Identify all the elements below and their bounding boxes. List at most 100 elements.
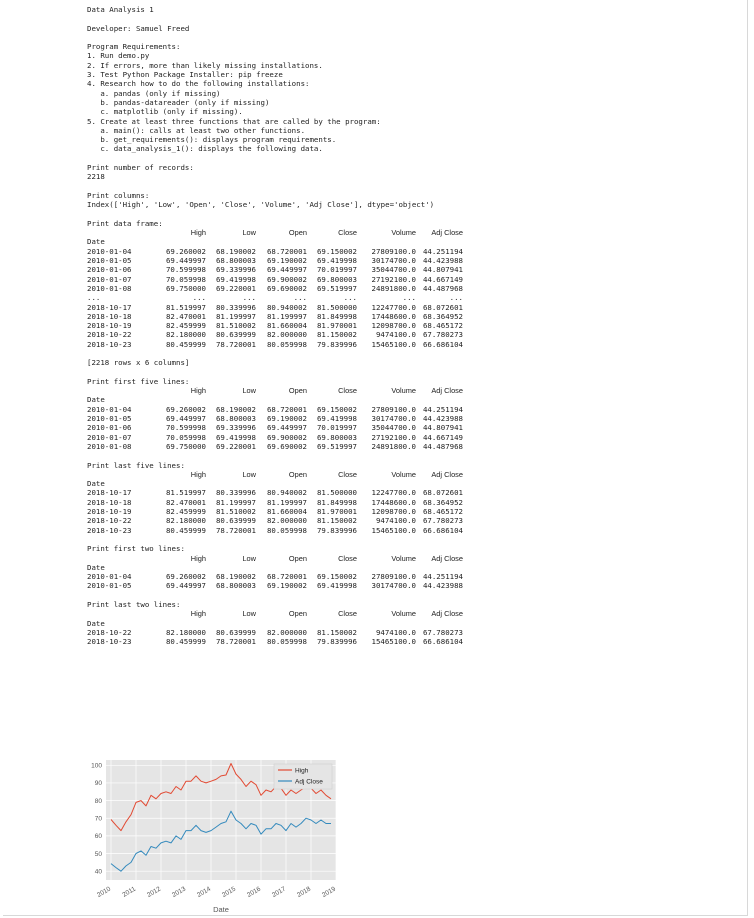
cell: 69.220001 xyxy=(215,283,256,293)
first-two-label: Print first two lines: xyxy=(87,544,185,554)
cell: 78.720001 xyxy=(215,339,256,349)
table-row: 2018-10-17 81.519997 80.339996 80.940002 81.… xyxy=(87,303,463,312)
requirement-line: a. main(): calls at least two other func… xyxy=(87,125,306,135)
cell: 68.190002 xyxy=(215,572,256,582)
column-header: Low xyxy=(242,386,256,396)
column-header: Open xyxy=(288,469,307,479)
ellipsis-cell: ... xyxy=(242,293,256,303)
cell: 81.199997 xyxy=(266,311,307,321)
cell: 69.900002 xyxy=(266,274,307,284)
row-date: 2018-10-22 xyxy=(87,330,132,340)
cell: 81.500000 xyxy=(316,488,357,498)
row-date: 2018-10-19 xyxy=(87,321,132,331)
cell: 15465100.0 xyxy=(371,637,417,647)
requirement-line: c. data_analysis_1(): displays the follo… xyxy=(87,144,323,154)
cell: 69.260002 xyxy=(165,572,206,582)
index-name-row: Date xyxy=(87,237,463,246)
column-header: Volume xyxy=(391,228,416,238)
cell: 69.750000 xyxy=(165,283,206,293)
column-header: Open xyxy=(288,228,307,238)
cell: 68.465172 xyxy=(422,321,463,331)
x-axis-label: Date xyxy=(213,905,229,914)
cell: 78.720001 xyxy=(215,525,256,535)
table-row: 2018-10-17 81.519997 80.339996 80.940002 81.… xyxy=(87,488,463,497)
cell: 81.660004 xyxy=(266,507,307,517)
table-row: 2010-01-08 69.750000 69.220001 69.690002 69.… xyxy=(87,284,463,293)
cell: 69.449997 xyxy=(266,265,307,275)
cell: 81.150002 xyxy=(316,516,357,526)
cell: 81.150002 xyxy=(316,330,357,340)
cell: 69.419998 xyxy=(316,581,357,591)
cell: 69.690002 xyxy=(266,283,307,293)
column-header: Adj Close xyxy=(431,228,463,238)
cell: 68.364952 xyxy=(422,311,463,321)
requirement-line: 3. Test Python Package Installer: pip fr… xyxy=(87,70,283,80)
cell: 81.970001 xyxy=(316,321,357,331)
cell: 81.660004 xyxy=(266,321,307,331)
cell: 79.839996 xyxy=(316,637,357,647)
cell: 68.800003 xyxy=(215,581,256,591)
row-date: 2018-10-22 xyxy=(87,627,132,637)
table-row: 2010-01-04 69.260002 68.190002 68.720001 69.… xyxy=(87,572,463,581)
cell: 69.339996 xyxy=(215,265,256,275)
cell: 81.970001 xyxy=(316,507,357,517)
table-row: 2018-10-19 82.459999 81.510002 81.660004 81.… xyxy=(87,321,463,330)
cell: 68.364952 xyxy=(422,497,463,507)
cell: 69.419998 xyxy=(215,274,256,284)
column-header: Open xyxy=(288,386,307,396)
row-date: 2010-01-05 xyxy=(87,256,132,266)
cell: 80.639999 xyxy=(215,330,256,340)
cell: 81.150002 xyxy=(316,627,357,637)
cell: 81.199997 xyxy=(266,497,307,507)
cell: 82.180000 xyxy=(165,627,206,637)
cell: 27809100.0 xyxy=(371,246,417,256)
cell: 27809100.0 xyxy=(371,404,417,414)
column-header: High xyxy=(190,553,206,563)
cell: 82.470001 xyxy=(165,311,206,321)
cell: 80.940002 xyxy=(266,302,307,312)
index-name: Date xyxy=(87,237,105,247)
table-row: 2018-10-23 80.459999 78.720001 80.059998 79.… xyxy=(87,526,463,535)
y-tick-label: 90 xyxy=(95,780,103,787)
row-date: 2018-10-23 xyxy=(87,339,132,349)
index-name-row: Date xyxy=(87,479,463,488)
cell: 44.487968 xyxy=(422,283,463,293)
column-header: Close xyxy=(338,386,357,396)
cell: 82.459999 xyxy=(165,507,206,517)
cell: 82.000000 xyxy=(266,516,307,526)
column-header: High xyxy=(190,228,206,238)
last-five-label: Print last five lines: xyxy=(87,460,185,470)
cell: 15465100.0 xyxy=(371,525,417,535)
last-five-table: High Low Open Close Volume Adj Close Dat… xyxy=(87,470,463,535)
column-header: Open xyxy=(288,553,307,563)
cell: 81.199997 xyxy=(215,311,256,321)
column-header: High xyxy=(190,386,206,396)
cell: 12098700.0 xyxy=(371,507,417,517)
table-header-row: High Low Open Close Volume Adj Close xyxy=(87,470,463,479)
x-tick-label: 2012 xyxy=(146,885,162,898)
ellipsis-cell: ... xyxy=(402,293,416,303)
legend-label-high: High xyxy=(295,768,309,775)
x-tick-label: 2016 xyxy=(246,885,262,898)
ellipsis-cell: ... xyxy=(449,293,463,303)
cell: 80.059998 xyxy=(266,525,307,535)
cell: 81.510002 xyxy=(215,507,256,517)
cell: 69.800003 xyxy=(316,274,357,284)
cell: 70.059998 xyxy=(165,274,206,284)
last-two-table: High Low Open Close Volume Adj Close Dat… xyxy=(87,609,463,646)
column-header: Adj Close xyxy=(431,469,463,479)
ellipsis-row: ..................... xyxy=(87,293,463,302)
records-value: 2218 xyxy=(87,172,105,182)
cell: 44.487968 xyxy=(422,441,463,451)
cell: 82.459999 xyxy=(165,321,206,331)
cell: 69.690002 xyxy=(266,441,307,451)
y-tick-label: 50 xyxy=(95,851,103,858)
requirement-line: 1. Run demo.py xyxy=(87,51,150,61)
first-five-label: Print first five lines: xyxy=(87,376,190,386)
table-row: 2010-01-04 69.260002 68.190002 68.720001 69.… xyxy=(87,405,463,414)
cell: 69.519997 xyxy=(316,441,357,451)
index-name-row: Date xyxy=(87,619,463,628)
column-header: Volume xyxy=(391,609,416,619)
table-row: 2018-10-19 82.459999 81.510002 81.660004 81.… xyxy=(87,507,463,516)
program-output: Data Analysis 1 Developer: Samuel Freed … xyxy=(87,5,717,646)
